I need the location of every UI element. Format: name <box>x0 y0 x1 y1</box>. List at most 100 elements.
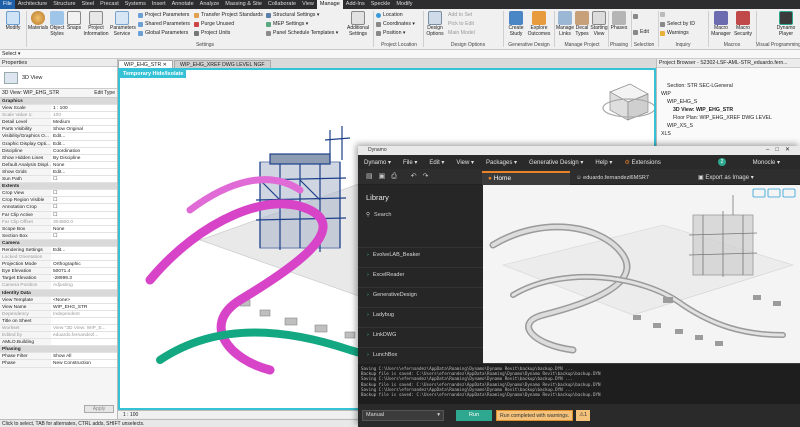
instance-selector[interactable]: 3D View: WIP_EHG_STR Edit Type <box>0 89 117 98</box>
property-value[interactable]: WIP_EHG_STR <box>51 303 117 310</box>
property-value[interactable]: Edit... <box>51 133 117 140</box>
property-value[interactable]: Orthographic <box>51 261 117 268</box>
panel-schedule-templates-button[interactable]: Panel Schedule Templates ▾ <box>266 30 338 36</box>
project-units-button[interactable]: Project Units <box>194 30 230 36</box>
run-mode-select[interactable]: Manual ▾ <box>362 410 444 421</box>
property-value[interactable]: ☐ <box>51 211 117 218</box>
browser-tree-item[interactable]: 3D View: WIP_EHG_STR <box>657 106 800 114</box>
property-section[interactable]: Extents <box>0 183 117 191</box>
property-value[interactable] <box>51 317 117 324</box>
global-parameters-button[interactable]: Global Parameters <box>138 30 188 36</box>
warnings-button[interactable]: Warnings <box>660 30 689 36</box>
ribbon-tab-file[interactable]: File <box>0 0 15 9</box>
ribbon-tab-analyze[interactable]: Analyze <box>197 0 223 9</box>
select-by-id-button[interactable]: Select by ID <box>660 21 695 27</box>
property-value[interactable]: -28999.3 <box>51 275 117 282</box>
ribbon-tab-annotate[interactable]: Annotate <box>169 0 197 9</box>
property-value[interactable]: None <box>51 161 117 168</box>
property-value[interactable] <box>51 339 117 346</box>
property-value[interactable]: Medium <box>51 119 117 126</box>
ribbon-tab-manage[interactable]: Manage <box>316 0 343 9</box>
browser-tree-item[interactable]: WIP <box>657 90 800 98</box>
starting-view-button[interactable]: Starting View <box>590 11 608 37</box>
macro-manager-button[interactable]: Macro Manager <box>710 11 732 37</box>
property-value[interactable]: 100 <box>51 112 117 119</box>
ids-of-selection-button[interactable] <box>660 12 667 17</box>
property-value[interactable]: Adjusting <box>51 282 117 289</box>
ribbon-tab-architecture[interactable]: Architecture <box>15 0 50 9</box>
select-dropdown[interactable]: Select ▾ <box>2 51 20 57</box>
property-section[interactable]: Identity Data <box>0 289 117 297</box>
notification-badge[interactable]: 2 <box>718 158 726 166</box>
ribbon-tab-precast[interactable]: Precast <box>97 0 122 9</box>
coordinates-button[interactable]: Coordinates ▾ <box>376 21 415 27</box>
property-value[interactable]: By Discipline <box>51 154 117 161</box>
browser-tree-item[interactable]: WIP_EHG_S <box>657 98 800 106</box>
property-value[interactable]: ☐ <box>51 197 117 204</box>
parameters-service-button[interactable]: Parameters Service <box>110 11 136 37</box>
phases-button[interactable]: Phases <box>610 11 628 32</box>
property-section[interactable]: Phasing <box>0 346 117 354</box>
property-value[interactable]: Independent <box>51 310 117 317</box>
create-study-button[interactable]: Create Study <box>506 11 526 37</box>
property-value[interactable]: Show Original <box>51 126 117 133</box>
purge-unused-button[interactable]: Purge Unused <box>194 21 234 27</box>
property-value[interactable]: Edit... <box>51 168 117 176</box>
browser-tree-item[interactable]: Section: STR SEC-LGeneral <box>657 82 800 90</box>
ribbon-tab-systems[interactable]: Systems <box>122 0 149 9</box>
property-value[interactable]: 304800.0 <box>51 218 117 225</box>
type-selector[interactable]: 3D View <box>0 67 117 89</box>
property-value[interactable]: ☐ <box>51 176 117 183</box>
library-item[interactable]: › LinkDWG <box>358 327 483 341</box>
decal-types-button[interactable]: Decal Types <box>574 11 590 37</box>
property-value[interactable]: ☐ <box>51 190 117 197</box>
property-value[interactable]: Coordination <box>51 147 117 154</box>
warning-count-badge[interactable]: ⚠1 <box>576 410 591 421</box>
position-button[interactable]: Position ▾ <box>376 30 406 36</box>
tab-user-workspace[interactable]: ☺ eduardo.fernandezl6MSR7 <box>576 172 649 184</box>
ribbon-tab-structure[interactable]: Structure <box>50 0 78 9</box>
property-section[interactable]: Camera <box>0 239 117 247</box>
selection-save-button[interactable] <box>633 14 640 19</box>
manage-links-button[interactable]: Manage Links <box>556 11 574 37</box>
view-scale-label[interactable]: 1 : 100 <box>123 412 138 418</box>
property-value[interactable]: Show All <box>51 353 117 360</box>
property-value[interactable]: ☐ <box>51 204 117 211</box>
property-value[interactable]: ☐ <box>51 232 117 239</box>
browser-tree-item[interactable]: Floor Plan: WIP_EHG_XREF DWG LEVEL <box>657 114 800 122</box>
tab-home[interactable]: ● Home <box>482 171 570 185</box>
modify-button[interactable]: Modify <box>2 11 24 32</box>
window-controls[interactable]: –□✕ <box>766 146 796 155</box>
explore-outcomes-button[interactable]: Explore Outcomes <box>527 11 551 37</box>
dynamo-background-preview[interactable] <box>483 185 800 363</box>
property-value[interactable]: <None> <box>51 296 117 303</box>
run-button[interactable]: Run <box>456 410 492 421</box>
ribbon-tab-steel[interactable]: Steel <box>79 0 98 9</box>
library-item[interactable]: › EvolveLAB_Beaker <box>358 247 483 261</box>
menu-view[interactable]: View ▾ <box>450 159 480 166</box>
location-button[interactable]: Location <box>376 12 403 18</box>
snaps-button[interactable]: Snaps <box>66 11 82 32</box>
macro-security-button[interactable]: Macro Security <box>732 11 754 37</box>
edit-type-button[interactable]: Edit Type <box>94 90 115 96</box>
view-cube[interactable] <box>602 83 656 121</box>
add-to-set-button[interactable]: Add to Set <box>448 12 472 18</box>
mep-settings-button[interactable]: MEP Settings ▾ <box>266 21 308 27</box>
structural-settings-button[interactable]: Structural Settings ▾ <box>266 12 319 18</box>
menu-help[interactable]: Help ▾ <box>589 159 618 166</box>
property-value[interactable]: eduardo.fernandezl... <box>51 332 117 339</box>
ribbon-tab-massing-site[interactable]: Massing & Site <box>222 0 265 9</box>
tab-wip-ehg-str[interactable]: WIP_EHG_STR ✕ <box>118 60 173 68</box>
library-item[interactable]: › GenerativeDesign <box>358 287 483 301</box>
pick-to-edit-button[interactable]: Pick to Edit <box>448 21 474 27</box>
selection-edit-button[interactable]: Edit <box>633 29 649 35</box>
library-item[interactable]: › Ladybug <box>358 307 483 321</box>
main-model-select[interactable]: Main Model <box>448 30 475 36</box>
menu-edit[interactable]: Edit ▾ <box>423 159 450 166</box>
menu-packages[interactable]: Packages ▾ <box>480 159 523 166</box>
property-value[interactable]: None <box>51 225 117 232</box>
additional-settings-button[interactable]: Additional Settings <box>344 11 372 37</box>
browser-tree-item[interactable]: XLS <box>657 130 800 138</box>
object-styles-button[interactable]: Object Styles <box>48 11 66 37</box>
design-options-button[interactable]: Design Options <box>424 11 446 37</box>
